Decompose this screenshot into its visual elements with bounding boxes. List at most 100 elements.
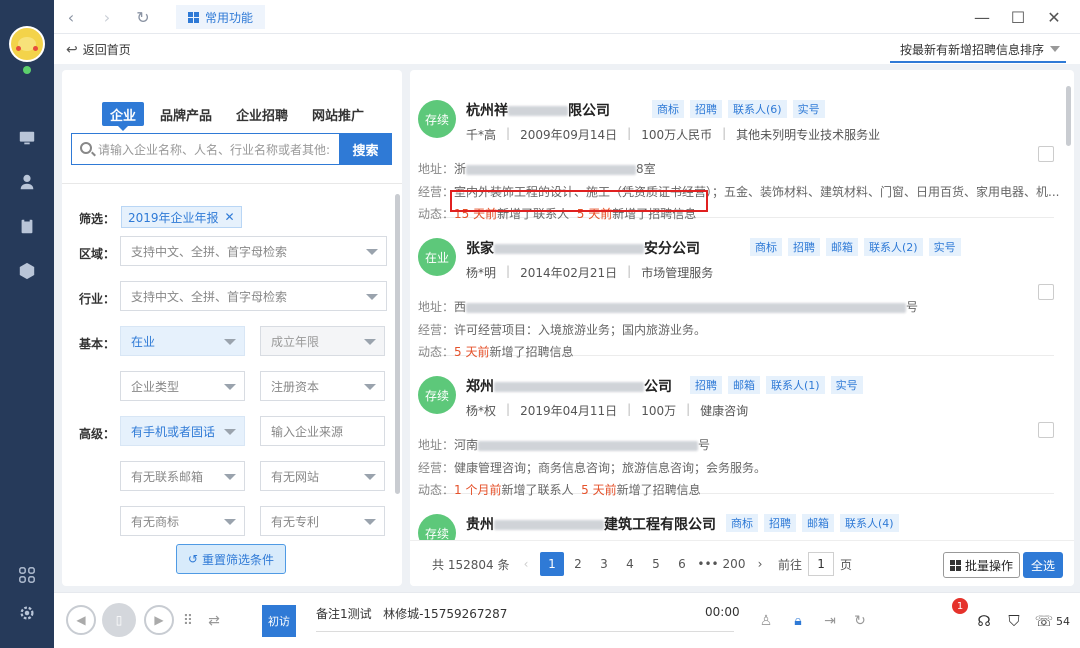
tag[interactable]: 实号: [928, 238, 961, 256]
remove-chip-icon[interactable]: ✕: [225, 210, 235, 224]
founded-date: 2019年04月11日: [520, 404, 618, 418]
results-scrollbar[interactable]: [1066, 86, 1071, 146]
source-input[interactable]: 输入企业来源: [260, 416, 385, 446]
filter-scrollbar[interactable]: [395, 194, 400, 494]
tag[interactable]: 招聘: [690, 376, 722, 394]
company-name[interactable]: 张家 安分公司: [466, 238, 700, 258]
back-home-link[interactable]: ↩ 返回首页: [66, 41, 131, 58]
patent-select[interactable]: 有无专利: [260, 506, 385, 536]
reset-filters-button[interactable]: ↺ 重置筛选条件: [176, 544, 286, 574]
page-number[interactable]: 2: [566, 552, 590, 576]
company-name-part: 郑州: [466, 379, 494, 395]
company-name[interactable]: 杭州祥 限公司: [466, 100, 610, 120]
region-select[interactable]: 支持中文、全拼、首字母检索: [120, 236, 387, 266]
select-checkbox[interactable]: [1038, 146, 1054, 162]
page-number[interactable]: 1: [540, 552, 564, 576]
trademark-select[interactable]: 有无商标: [120, 506, 245, 536]
phone-icon[interactable]: ☏: [1034, 611, 1054, 631]
status-select[interactable]: 在业: [120, 326, 245, 356]
company-name[interactable]: 贵州 建筑工程有限公司: [466, 514, 716, 534]
company-name[interactable]: 郑州 公司: [466, 376, 672, 396]
next-call-icon[interactable]: ▶: [144, 605, 174, 635]
page-ellipsis[interactable]: •••: [696, 552, 720, 576]
select-all-button[interactable]: 全选: [1023, 552, 1063, 578]
sort-select[interactable]: 按最新有新增招聘信息排序: [890, 37, 1066, 63]
page-number[interactable]: 6: [670, 552, 694, 576]
tag[interactable]: 邮箱: [826, 238, 858, 256]
headset-icon[interactable]: ☊: [974, 611, 994, 631]
tag[interactable]: 实号: [792, 100, 825, 118]
previous-call-icon[interactable]: ◀: [66, 605, 96, 635]
tab-enterprise[interactable]: 企业: [102, 102, 145, 131]
refresh-icon[interactable]: ↻: [134, 8, 152, 27]
email-select[interactable]: 有无联系邮箱: [120, 461, 245, 491]
close-icon[interactable]: ✕: [1044, 7, 1064, 27]
highlight-box: [450, 190, 708, 212]
avatar[interactable]: [9, 26, 45, 62]
tab-recruitment[interactable]: 企业招聘: [228, 102, 296, 126]
tag[interactable]: 招聘: [764, 514, 796, 532]
cube-icon[interactable]: [17, 261, 37, 281]
goto-page-input[interactable]: 1: [808, 552, 835, 576]
tag[interactable]: 联系人(1): [766, 376, 825, 394]
founded-years-select[interactable]: 成立年限: [260, 326, 385, 356]
industry-placeholder: 支持中文、全拼、首字母检索: [131, 289, 288, 304]
company-meta: 杨*权 | 2019年04月11日 | 100万 | 健康咨询: [466, 402, 749, 418]
phone-device-icon[interactable]: ▯: [102, 603, 136, 637]
tag[interactable]: 联系人(2): [864, 238, 923, 256]
back-chevron-icon[interactable]: ‹: [62, 8, 80, 27]
minimize-icon[interactable]: —: [972, 7, 992, 27]
result-card[interactable]: 存续 郑州 公司 招聘 邮箱 联系人(1) 实号 杨*权 | 2019年04月11日…: [418, 356, 1054, 497]
forward-chevron-icon[interactable]: ›: [98, 8, 116, 27]
tag[interactable]: 联系人(6): [728, 100, 787, 118]
user-icon[interactable]: [17, 172, 37, 192]
tag[interactable]: 商标: [750, 238, 782, 256]
phone-select[interactable]: 有手机或者固话: [120, 416, 245, 446]
tag[interactable]: 实号: [830, 376, 863, 394]
first-visit-button[interactable]: 初访: [262, 605, 296, 637]
page-number[interactable]: 4: [618, 552, 642, 576]
search-input[interactable]: 请输入企业名称、人名、行业名称或者其他:: [71, 133, 339, 165]
monitor-icon[interactable]: [17, 128, 37, 148]
tag[interactable]: 邮箱: [728, 376, 760, 394]
tab-brand-product[interactable]: 品牌产品: [152, 102, 220, 126]
batch-operation-button[interactable]: 批量操作: [943, 552, 1020, 578]
transfer-user-icon[interactable]: ♙: [756, 611, 776, 631]
transfer-icon[interactable]: ⇄: [204, 611, 224, 631]
select-checkbox[interactable]: [1038, 422, 1054, 438]
page-number[interactable]: 5: [644, 552, 668, 576]
prev-page-icon[interactable]: ‹: [514, 552, 538, 576]
settings-gear-icon[interactable]: [17, 603, 37, 623]
tab-web-promotion[interactable]: 网站推广: [304, 102, 372, 126]
tab-common-functions[interactable]: 常用功能: [176, 5, 266, 29]
industry-select[interactable]: 支持中文、全拼、首字母检索: [120, 281, 387, 311]
export-icon[interactable]: ⇥: [820, 611, 840, 631]
result-card[interactable]: 存续 贵州 建筑工程有限公司 商标 招聘 邮箱 联系人(4): [418, 494, 1054, 552]
tag[interactable]: 招聘: [690, 100, 722, 118]
page-number[interactable]: 3: [592, 552, 616, 576]
apps-grid-icon[interactable]: [17, 565, 37, 585]
search-button[interactable]: 搜索: [339, 133, 392, 165]
address-line: 地址：西 号: [418, 298, 918, 315]
maximize-icon[interactable]: ☐: [1008, 7, 1028, 27]
lock-icon[interactable]: 🔒︎: [788, 611, 808, 631]
callback-icon[interactable]: ↻: [850, 611, 870, 631]
clipboard-icon[interactable]: [17, 216, 37, 236]
tag[interactable]: 联系人(4): [840, 514, 899, 532]
tag[interactable]: 招聘: [788, 238, 820, 256]
company-type-select[interactable]: 企业类型: [120, 371, 245, 401]
page-number[interactable]: 200: [722, 552, 746, 576]
filter-chip[interactable]: 2019年企业年报 ✕: [121, 206, 242, 228]
website-select[interactable]: 有无网站: [260, 461, 385, 491]
tag[interactable]: 商标: [726, 514, 758, 532]
tag[interactable]: 商标: [652, 100, 684, 118]
address-label: 地址：: [418, 300, 455, 314]
shield-icon[interactable]: ⛉: [1004, 611, 1024, 631]
registered-capital-select[interactable]: 注册资本: [260, 371, 385, 401]
next-page-icon[interactable]: ›: [748, 552, 772, 576]
result-card[interactable]: 在业 张家 安分公司 商标 招聘 邮箱 联系人(2) 实号 杨*明 | 2014年0…: [418, 218, 1054, 359]
redacted-text: [494, 382, 644, 392]
select-checkbox[interactable]: [1038, 284, 1054, 300]
tag[interactable]: 邮箱: [802, 514, 834, 532]
dialpad-icon[interactable]: ⠿: [178, 611, 198, 631]
